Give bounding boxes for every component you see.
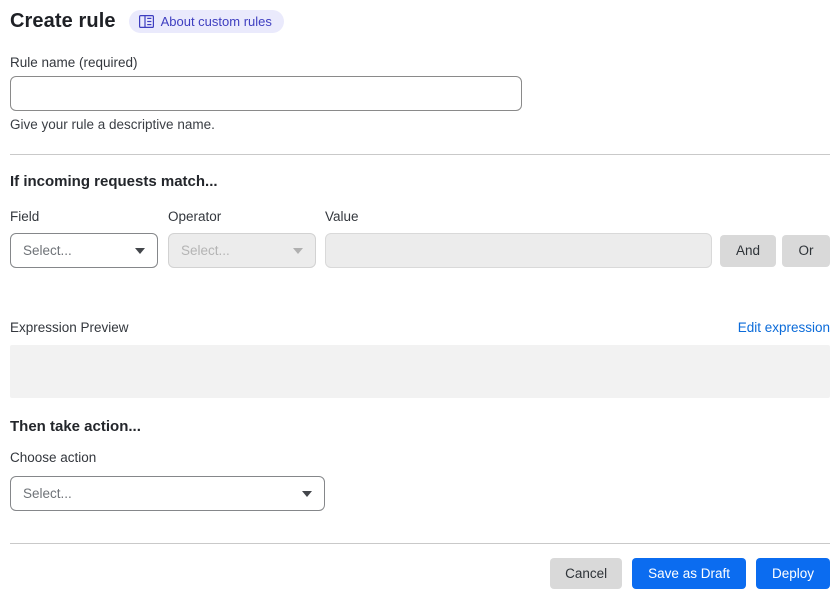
- cancel-button[interactable]: Cancel: [550, 558, 623, 589]
- save-as-draft-button[interactable]: Save as Draft: [632, 558, 746, 589]
- rule-name-helper: Give your rule a descriptive name.: [10, 117, 215, 132]
- choose-action-value: Select...: [23, 486, 72, 501]
- choose-action-label: Choose action: [10, 450, 97, 465]
- footer-divider: [10, 543, 830, 544]
- operator-select-value: Select...: [181, 243, 230, 258]
- choose-action-select[interactable]: Select...: [10, 476, 325, 511]
- field-label: Field: [10, 209, 40, 224]
- match-section-heading: If incoming requests match...: [10, 173, 218, 190]
- or-button[interactable]: Or: [782, 234, 830, 267]
- match-controls-row: Select... Select... And Or: [10, 233, 830, 268]
- expression-preview-row: Expression Preview Edit expression: [10, 319, 830, 336]
- operator-select: Select...: [168, 233, 316, 268]
- chevron-down-icon: [302, 490, 312, 497]
- page-header: Create rule About custom rules: [10, 0, 830, 33]
- field-select-value: Select...: [23, 243, 72, 258]
- about-custom-rules-badge[interactable]: About custom rules: [128, 10, 284, 33]
- book-icon: [138, 15, 154, 28]
- page-title: Create rule: [10, 10, 116, 32]
- chevron-down-icon: [135, 247, 145, 254]
- deploy-button[interactable]: Deploy: [755, 558, 830, 589]
- chevron-down-icon: [293, 247, 303, 254]
- footer-actions: Cancel Save as Draft Deploy: [10, 558, 830, 589]
- value-label: Value: [325, 209, 359, 224]
- edit-expression-link[interactable]: Edit expression: [738, 320, 830, 335]
- and-button[interactable]: And: [720, 234, 776, 267]
- field-select[interactable]: Select...: [10, 233, 158, 268]
- action-section-heading: Then take action...: [10, 418, 141, 435]
- value-input: [325, 233, 712, 268]
- expression-preview-label: Expression Preview: [10, 320, 129, 335]
- rule-name-input[interactable]: [10, 76, 522, 111]
- section-divider: [10, 154, 830, 155]
- match-labels-row: Field Operator Value: [10, 208, 830, 225]
- create-rule-page: Create rule About custom rules Rule name…: [0, 0, 839, 589]
- operator-label: Operator: [168, 209, 222, 224]
- expression-preview-box: [10, 345, 830, 398]
- rule-name-label: Rule name (required): [10, 55, 138, 70]
- about-custom-rules-label: About custom rules: [160, 14, 272, 29]
